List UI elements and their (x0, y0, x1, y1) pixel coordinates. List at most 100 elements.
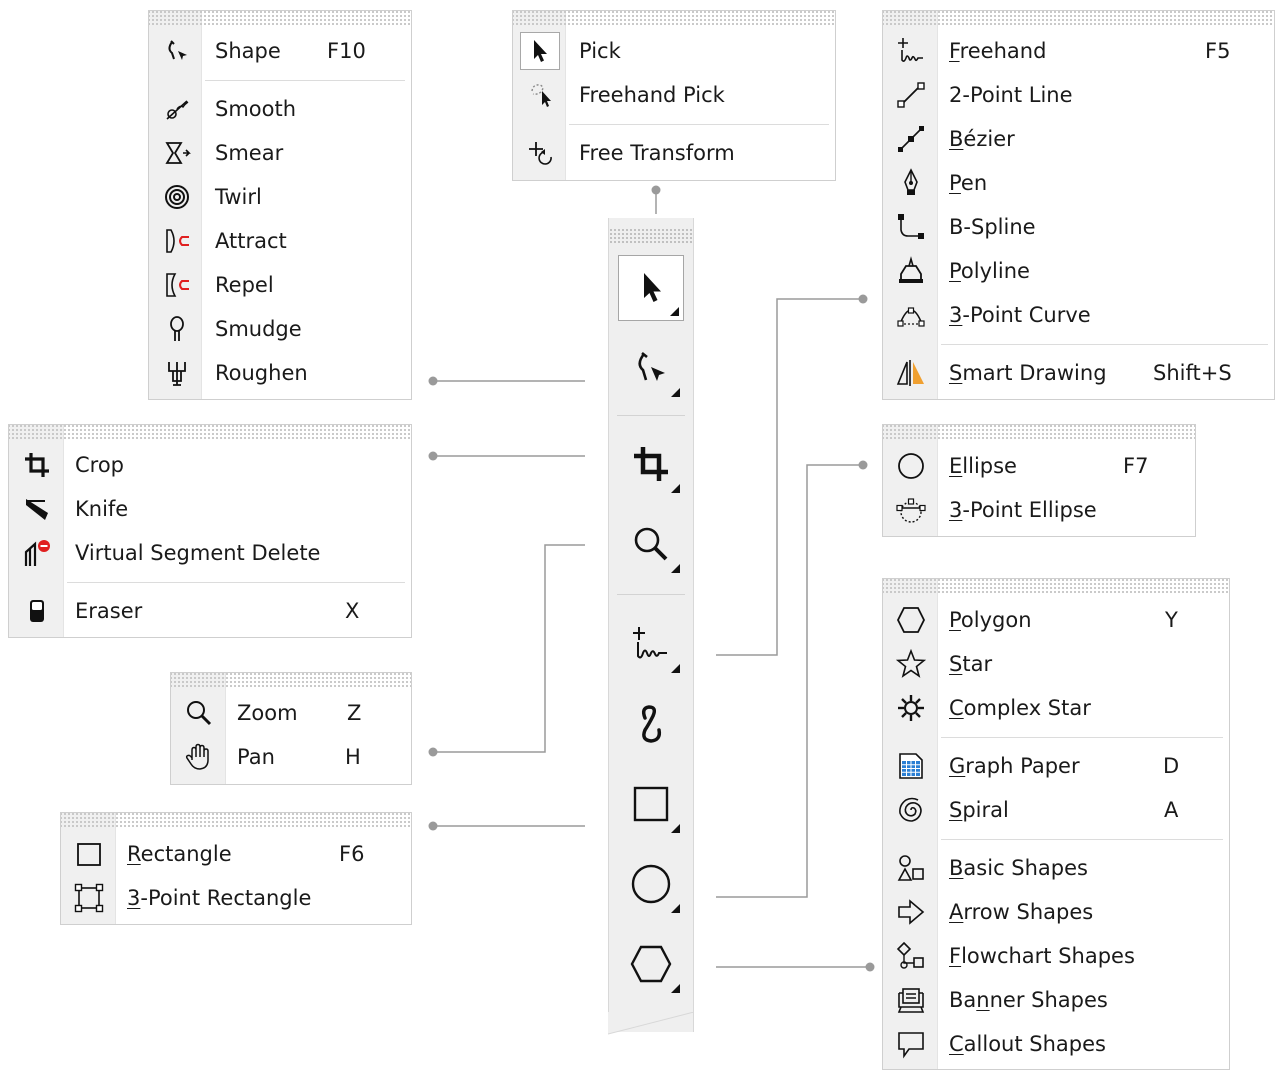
zoom-tools-flyout: Zoom Z Pan H (170, 672, 412, 785)
two-point-line-icon (895, 79, 927, 111)
menu-item-eraser[interactable]: Eraser X (9, 591, 411, 631)
menu-item-label: Ellipse (949, 454, 1017, 478)
toolbox-shape-button[interactable] (618, 335, 684, 401)
toolbox-artistic-media-button[interactable] (618, 691, 684, 757)
free-transform-icon (525, 137, 557, 169)
menu-item-crop[interactable]: Crop (9, 445, 411, 485)
menu-item-pan[interactable]: Pan H (171, 737, 411, 777)
menu-item-label: Graph Paper (949, 754, 1080, 778)
menu-item-virtual-segment-delete[interactable]: Virtual Segment Delete (9, 533, 411, 573)
menu-item-label: Smear (215, 141, 284, 165)
menu-item-label: Knife (75, 497, 129, 521)
toolbox-grip[interactable] (609, 228, 693, 244)
menu-item-rectangle[interactable]: Rectangle F6 (61, 834, 411, 874)
shape-icon (631, 348, 671, 388)
toolbox-ellipse-button[interactable] (618, 851, 684, 917)
menu-item-repel[interactable]: Repel (149, 265, 411, 305)
menu-item-label: Freehand (949, 39, 1047, 63)
menu-item-label: Repel (215, 273, 274, 297)
complex-star-icon (895, 692, 927, 724)
toolbox-polygon-button[interactable] (618, 931, 684, 997)
crop-icon (631, 444, 671, 484)
rectangle-icon (631, 784, 671, 824)
menu-item-arrow-shapes[interactable]: Arrow Shapes (883, 892, 1229, 932)
menu-item-complex-star[interactable]: Complex Star (883, 688, 1229, 728)
menu-item-smudge[interactable]: Smudge (149, 309, 411, 349)
menu-item-star[interactable]: Star (883, 644, 1229, 684)
callout-shapes-icon (895, 1028, 927, 1060)
ellipse-icon (629, 862, 673, 906)
pick-arrow-icon (636, 270, 666, 306)
menu-item-label: Smudge (215, 317, 302, 341)
menu-item-label: Rectangle (127, 842, 232, 866)
artistic-media-icon (631, 702, 671, 746)
shape-icon (161, 35, 193, 67)
menu-item-3-point-rectangle[interactable]: 3-Point Rectangle (61, 878, 411, 918)
menu-item-label: Roughen (215, 361, 308, 385)
menu-item-bezier[interactable]: Bézier (883, 119, 1274, 159)
menu-item-shape[interactable]: Shape F10 (149, 31, 411, 71)
menu-item-3-point-ellipse[interactable]: 3-Point Ellipse (883, 490, 1195, 530)
menu-item-label: Virtual Segment Delete (75, 541, 321, 565)
pick-arrow-icon (520, 32, 560, 70)
toolbox-freehand-button[interactable] (618, 611, 684, 677)
virtual-segment-delete-icon (21, 537, 53, 569)
menu-item-zoom[interactable]: Zoom Z (171, 693, 411, 733)
roughen-icon (161, 357, 193, 389)
menu-item-label: Polyline (949, 259, 1030, 283)
menu-item-free-transform[interactable]: Free Transform (513, 133, 835, 173)
menu-item-callout-shapes[interactable]: Callout Shapes (883, 1024, 1229, 1064)
menu-item-label: Shape (215, 39, 281, 63)
menu-item-label: Crop (75, 453, 125, 477)
menu-item-label: 2-Point Line (949, 83, 1073, 107)
freehand-icon (895, 35, 927, 67)
menu-item-label: Pan (237, 745, 275, 769)
menu-item-b-spline[interactable]: B-Spline (883, 207, 1274, 247)
bezier-icon (895, 123, 927, 155)
menu-item-shortcut: X (345, 599, 360, 623)
toolbox (608, 218, 694, 1032)
menu-item-banner-shapes[interactable]: Banner Shapes (883, 980, 1229, 1020)
menu-item-graph-paper[interactable]: Graph Paper D (883, 746, 1229, 786)
b-spline-icon (895, 211, 927, 243)
star-icon (895, 648, 927, 680)
menu-item-label: Freehand Pick (579, 83, 725, 107)
menu-item-smear[interactable]: Smear (149, 133, 411, 173)
polyline-icon (895, 255, 927, 287)
menu-item-flowchart-shapes[interactable]: Flowchart Shapes (883, 936, 1229, 976)
arrow-shapes-icon (895, 896, 927, 928)
ellipse-icon (895, 450, 927, 482)
menu-item-pick[interactable]: Pick (513, 31, 835, 71)
toolbox-zoom-button[interactable] (618, 511, 684, 577)
menu-item-roughen[interactable]: Roughen (149, 353, 411, 393)
menu-item-smart-drawing[interactable]: Smart Drawing Shift+S (883, 353, 1274, 393)
freehand-icon (629, 624, 673, 664)
menu-item-basic-shapes[interactable]: Basic Shapes (883, 848, 1229, 888)
toolbox-rectangle-button[interactable] (618, 771, 684, 837)
toolbox-pick-button[interactable] (618, 255, 684, 321)
crop-icon (21, 449, 53, 481)
menu-item-polygon[interactable]: Polygon Y (883, 600, 1229, 640)
polygon-tools-flyout: Polygon Y Star Complex Star Graph Paper … (882, 578, 1230, 1070)
menu-item-freehand-pick[interactable]: Freehand Pick (513, 75, 835, 115)
menu-item-knife[interactable]: Knife (9, 489, 411, 529)
menu-item-label: 3-Point Curve (949, 303, 1091, 327)
menu-item-ellipse[interactable]: Ellipse F7 (883, 446, 1195, 486)
curve-tools-flyout: Freehand F5 2-Point Line Bézier Pen B-Sp… (882, 10, 1275, 400)
menu-item-label: B-Spline (949, 215, 1036, 239)
menu-item-attract[interactable]: Attract (149, 221, 411, 261)
freehand-pick-icon (525, 79, 557, 111)
menu-item-shortcut: F7 (1123, 454, 1149, 478)
ellipse-tools-flyout: Ellipse F7 3-Point Ellipse (882, 424, 1196, 537)
menu-item-smooth[interactable]: Smooth (149, 89, 411, 129)
menu-item-polyline[interactable]: Polyline (883, 251, 1274, 291)
menu-item-freehand[interactable]: Freehand F5 (883, 31, 1274, 71)
graph-paper-icon (895, 750, 927, 782)
menu-item-2-point-line[interactable]: 2-Point Line (883, 75, 1274, 115)
menu-item-pen[interactable]: Pen (883, 163, 1274, 203)
menu-item-twirl[interactable]: Twirl (149, 177, 411, 217)
toolbox-crop-button[interactable] (618, 431, 684, 497)
menu-item-3-point-curve[interactable]: 3-Point Curve (883, 295, 1274, 335)
shape-tools-flyout: Shape F10 Smooth Smear Twirl Attract Rep… (148, 10, 412, 400)
menu-item-spiral[interactable]: Spiral A (883, 790, 1229, 830)
